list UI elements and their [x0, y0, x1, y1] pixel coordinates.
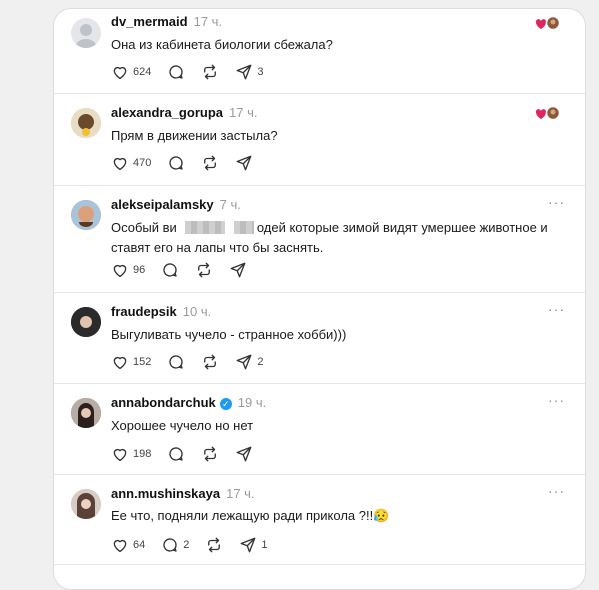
share-count: 1 — [261, 539, 268, 551]
repost-button[interactable] — [201, 63, 219, 81]
reply-count: 2 — [183, 539, 190, 551]
comment-text: Ее что, подняли лежащую ради прикола ?!!… — [111, 508, 390, 523]
share-icon — [235, 154, 253, 172]
heart-icon — [111, 261, 129, 279]
more-options-button[interactable]: ··· — [548, 194, 565, 210]
comment-text: Особый ви одей которые зимой видят умерше… — [111, 218, 565, 258]
timestamp: 7 ч. — [219, 197, 241, 212]
like-count: 470 — [133, 157, 152, 169]
share-icon — [239, 536, 257, 554]
repost-button[interactable] — [201, 154, 219, 172]
comment-item: dv_mermaid 17 ч. Она из кабинета биологии… — [54, 9, 585, 94]
heart-icon — [111, 536, 129, 554]
share-count: 3 — [257, 66, 264, 78]
username[interactable]: fraudepsik — [111, 304, 177, 319]
timestamp: 17 ч. — [226, 486, 255, 501]
like-count: 624 — [133, 66, 152, 78]
comment-item: fraudepsik 10 ч. ··· Выгуливать чучело - … — [54, 293, 585, 384]
more-options-button[interactable]: ··· — [548, 392, 565, 408]
reply-button[interactable] — [167, 154, 185, 172]
reply-button[interactable] — [167, 63, 185, 81]
repost-icon — [201, 445, 219, 463]
share-button[interactable]: 3 — [235, 63, 263, 81]
comment-icon — [167, 445, 185, 463]
comment-icon — [167, 154, 185, 172]
share-count: 2 — [257, 356, 264, 368]
reply-button[interactable] — [161, 261, 179, 279]
share-icon — [235, 445, 253, 463]
username[interactable]: alexandra_gorupa — [111, 105, 223, 120]
repost-icon — [195, 261, 213, 279]
comment-icon — [167, 353, 185, 371]
comment-text: Выгуливать чучело - странное хобби))) — [111, 327, 347, 342]
timestamp: 19 ч. — [237, 395, 267, 410]
comment-text-part: Особый ви — [111, 220, 177, 235]
avatar[interactable] — [71, 307, 101, 337]
comment-text: Она из кабинета биологии сбежала? — [111, 37, 333, 52]
repost-button[interactable] — [205, 536, 223, 554]
username[interactable]: dv_mermaid — [111, 14, 188, 29]
timestamp: 17 ч. — [193, 14, 223, 29]
reply-button[interactable] — [167, 445, 185, 463]
verified-icon: ✓ — [219, 398, 232, 410]
repost-icon — [201, 353, 219, 371]
repost-icon — [201, 63, 219, 81]
like-count: 64 — [133, 539, 146, 551]
share-button[interactable] — [235, 445, 253, 463]
redaction-mark — [184, 221, 225, 234]
timestamp: 17 ч. — [229, 105, 258, 120]
username[interactable]: alekseipalamsky — [111, 197, 214, 212]
reply-button[interactable]: 2 — [161, 536, 189, 554]
like-button[interactable]: 198 — [111, 445, 151, 463]
reaction-avatars-icon[interactable] — [535, 105, 561, 121]
repost-button[interactable] — [195, 261, 213, 279]
avatar[interactable] — [71, 200, 101, 230]
like-count: 152 — [133, 356, 152, 368]
username[interactable]: ann.mushinskaya — [111, 486, 220, 501]
share-icon — [229, 261, 247, 279]
heart-icon — [111, 154, 129, 172]
share-button[interactable] — [235, 154, 253, 172]
repost-button[interactable] — [201, 445, 219, 463]
timestamp: 10 ч. — [182, 304, 212, 319]
repost-button[interactable] — [201, 353, 219, 371]
comment-icon — [161, 536, 179, 554]
heart-icon — [111, 353, 129, 371]
comment-text: Прям в движении застыла? — [111, 128, 278, 143]
comment-item: annabondarchuk ✓ 19 ч. ··· Хорошее чучело … — [54, 384, 585, 475]
comment-item: alexandra_gorupa 17 ч. Прям в движении за… — [54, 94, 585, 186]
repost-icon — [201, 154, 219, 172]
comment-icon — [167, 63, 185, 81]
share-button[interactable]: 2 — [235, 353, 263, 371]
redaction-mark — [233, 221, 254, 234]
username[interactable]: annabondarchuk — [111, 395, 216, 410]
like-button[interactable]: 64 — [111, 536, 145, 554]
avatar[interactable] — [71, 18, 101, 48]
like-button[interactable]: 624 — [111, 63, 151, 81]
like-count: 96 — [133, 264, 146, 276]
more-options-button[interactable]: ··· — [548, 301, 565, 317]
like-button[interactable]: 96 — [111, 261, 145, 279]
heart-icon — [111, 63, 129, 81]
more-options-button[interactable]: ··· — [548, 483, 565, 499]
comment-item: alekseipalamsky 7 ч. ··· Особый ви одей ко… — [54, 186, 585, 293]
like-button[interactable]: 470 — [111, 154, 151, 172]
avatar[interactable] — [71, 489, 101, 519]
share-icon — [235, 63, 253, 81]
share-button[interactable] — [229, 261, 247, 279]
like-button[interactable]: 152 — [111, 353, 151, 371]
reply-button[interactable] — [167, 353, 185, 371]
share-button[interactable]: 1 — [239, 536, 268, 554]
avatar[interactable] — [71, 108, 101, 138]
avatar[interactable] — [71, 398, 101, 428]
heart-icon — [111, 445, 129, 463]
reaction-avatars-icon[interactable] — [535, 15, 561, 31]
comments-panel: dv_mermaid 17 ч. Она из кабинета биологии… — [53, 8, 586, 590]
comment-text: Хорошее чучело но нет — [111, 418, 254, 433]
like-count: 198 — [133, 448, 152, 460]
comment-item: ann.mushinskaya 17 ч. ··· Ее что, подняли… — [54, 475, 585, 565]
share-icon — [235, 353, 253, 371]
repost-icon — [205, 536, 223, 554]
comment-icon — [161, 261, 179, 279]
